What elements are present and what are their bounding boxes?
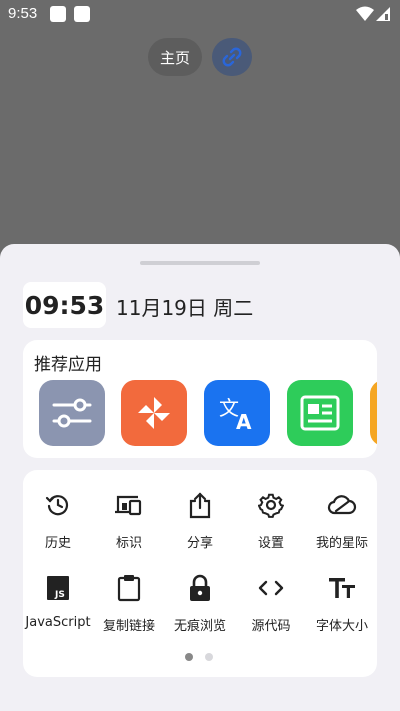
javascript-button[interactable]: JS JavaScript — [23, 573, 93, 630]
settings-button[interactable]: 设置 — [236, 490, 306, 551]
incognito-button[interactable]: 无痕浏览 — [165, 573, 235, 634]
translate-app-icon[interactable]: 文 A — [204, 380, 270, 446]
my-galaxy-button[interactable]: 我的星际 — [307, 490, 377, 551]
js-icon: JS — [47, 576, 69, 600]
code-icon — [258, 580, 284, 596]
history-icon — [45, 495, 69, 516]
pinwheel-app-icon[interactable] — [121, 380, 187, 446]
link-button[interactable] — [212, 38, 252, 76]
settings-sliders-app-icon[interactable] — [39, 380, 105, 446]
source-code-button[interactable]: 源代码 — [236, 573, 306, 634]
gear-icon — [258, 493, 284, 518]
notification-icon — [74, 6, 90, 22]
share-button[interactable]: 分享 — [165, 490, 235, 551]
page-dot[interactable] — [205, 653, 213, 661]
recommended-title: 推荐应用 — [34, 355, 102, 375]
font-size-button[interactable]: 字体大小 — [307, 573, 377, 634]
news-app-icon[interactable] — [287, 380, 353, 446]
drag-handle[interactable] — [140, 261, 260, 265]
link-icon — [222, 47, 242, 67]
recommended-apps-card: 推荐应用 文 A — [23, 340, 377, 458]
share-icon — [189, 492, 211, 519]
devices-icon — [115, 495, 142, 516]
signal-icon — [376, 7, 390, 21]
status-bar: 9:53 — [0, 0, 400, 28]
actions-card: 历史 标识 分享 设置 我的星际 JS JavaScript 复制链接 无痕浏览… — [23, 470, 377, 677]
clock-widget: 09:53 — [23, 282, 106, 328]
svg-text:JS: JS — [54, 590, 65, 600]
home-button[interactable]: 主页 — [148, 38, 202, 76]
status-time: 9:53 — [8, 5, 38, 22]
copy-link-button[interactable]: 复制链接 — [94, 573, 164, 634]
notification-icon — [50, 6, 66, 22]
lock-icon — [190, 574, 210, 601]
partial-app-icon[interactable] — [370, 380, 377, 446]
svg-text:A: A — [236, 410, 252, 433]
identity-button[interactable]: 标识 — [94, 490, 164, 551]
wifi-icon — [356, 6, 374, 21]
font-size-icon — [329, 578, 355, 598]
cloud-icon — [327, 495, 357, 515]
bottom-sheet: 09:53 11月19日 周二 推荐应用 文 A 历史 标识 分享 设置 我的星… — [0, 244, 400, 711]
date-text: 11月19日 周二 — [116, 296, 254, 320]
clipboard-icon — [117, 575, 141, 602]
page-dot-active[interactable] — [185, 653, 193, 661]
history-button[interactable]: 历史 — [23, 490, 93, 551]
